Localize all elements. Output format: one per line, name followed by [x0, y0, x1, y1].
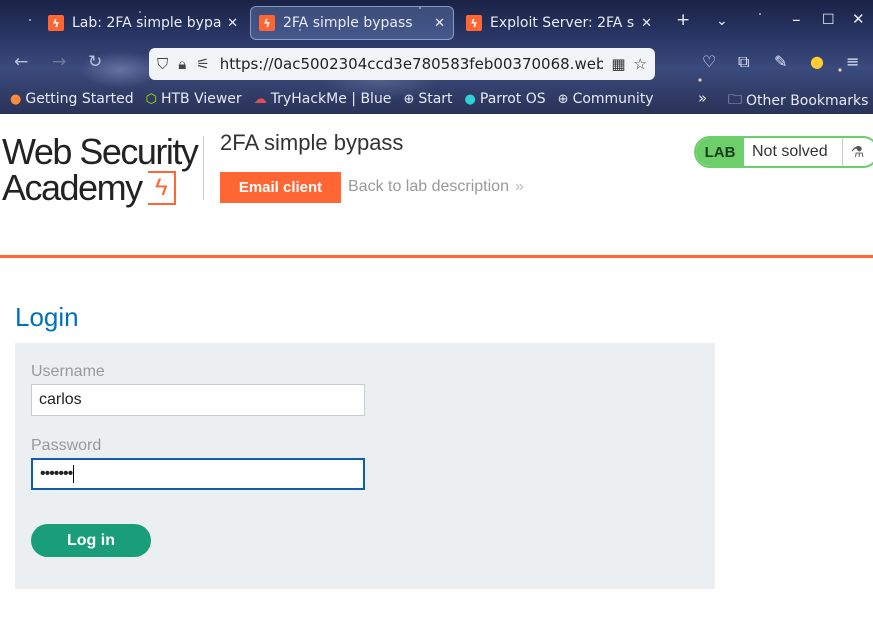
url-bar[interactable]: ⛉ 🔒︎ ⚟ https://0ac5002304ccd3e780583feb0… [149, 48, 655, 80]
navigation-bar: ← → ↻ ⛉ 🔒︎ ⚟ https://0ac5002304ccd3e7805… [0, 44, 873, 84]
tab-lab[interactable]: ϟ Lab: 2FA simple bypass ✕ [40, 6, 246, 40]
double-chevron-right-icon: » [514, 178, 524, 195]
page-content: Web Security Academy ϟ 2FA simple bypass… [0, 114, 873, 622]
chevron-more-icon[interactable]: » [698, 89, 707, 107]
username-input[interactable]: carlos [31, 384, 365, 416]
extension-icon[interactable]: ✎ [774, 52, 787, 71]
header-divider [0, 255, 873, 258]
reload-icon[interactable]: ↻ [88, 52, 102, 72]
lab-title: 2FA simple bypass [220, 130, 404, 155]
cloud-icon: ☁ [253, 91, 267, 107]
url-text[interactable]: https://0ac5002304ccd3e780583feb00370068… [220, 55, 604, 73]
lock-icon[interactable]: 🔒︎ [178, 55, 186, 73]
divider [203, 136, 204, 200]
tab-title: 2FA simple bypass [283, 15, 413, 31]
account-icon[interactable]: ● [810, 52, 824, 71]
bookmark-parrot-os[interactable]: ● Parrot OS [465, 91, 546, 107]
menu-icon[interactable]: ≡ [846, 52, 859, 71]
portswigger-favicon-icon: ϟ [48, 15, 64, 31]
globe-icon: ⊕ [557, 91, 569, 107]
tab-title: Lab: 2FA simple bypass [72, 15, 222, 31]
tab-active[interactable]: ϟ 2FA simple bypass ✕ [250, 6, 454, 40]
email-client-button[interactable]: Email client [220, 172, 341, 203]
tab-exploit-server[interactable]: ϟ Exploit Server: 2FA simple bypass ✕ [458, 6, 660, 40]
password-input[interactable]: ••••••• [31, 458, 365, 490]
cube-icon: ⬡ [145, 91, 157, 107]
close-window-icon[interactable]: ✕ [852, 10, 865, 28]
login-button[interactable]: Log in [31, 524, 151, 557]
browser-chrome: ϟ Lab: 2FA simple bypass ✕ ϟ 2FA simple … [0, 0, 873, 114]
shield-icon[interactable]: ⛉ [157, 55, 168, 73]
bookmark-tryhackme[interactable]: ☁ TryHackMe | Blue [254, 91, 392, 107]
qr-code-icon[interactable]: ▦ [611, 55, 625, 73]
minimize-icon[interactable]: – [792, 10, 801, 30]
lab-status-badge: LAB Not solved ⚗ [694, 136, 873, 168]
portswigger-favicon-icon: ϟ [259, 15, 275, 31]
forward-icon[interactable]: → [52, 52, 66, 72]
other-bookmarks[interactable]: 🗀 Other Bookmarks [728, 89, 868, 113]
tab-bar: ϟ Lab: 2FA simple bypass ✕ ϟ 2FA simple … [0, 4, 873, 42]
status-text: Not solved [752, 143, 828, 160]
bookmark-getting-started[interactable]: ● Getting Started [10, 91, 134, 107]
password-label: Password [31, 437, 102, 454]
firefox-icon: ● [10, 91, 22, 107]
close-icon[interactable]: ✕ [641, 16, 652, 31]
web-security-academy-logo[interactable]: Web Security Academy ϟ [2, 134, 202, 206]
text-caret [73, 465, 75, 483]
extensions-icon[interactable]: ⧉ [738, 52, 749, 72]
bookmark-community[interactable]: ⊕ Community [558, 91, 654, 107]
bookmark-htb-viewer[interactable]: ⬡ HTB Viewer [146, 91, 242, 107]
logo-line2: Academy [2, 167, 143, 208]
login-form: Username carlos Password ••••••• Log in [15, 343, 715, 589]
logo-line1: Web Security [2, 131, 199, 172]
bookmark-star-icon[interactable]: ☆ [634, 55, 647, 73]
back-to-lab-description-link[interactable]: Back to lab description» [348, 178, 524, 196]
lightning-bolt-icon: ϟ [147, 171, 176, 205]
bookmark-start[interactable]: ⊕ Start [403, 91, 452, 107]
tab-title: Exploit Server: 2FA simple bypass [490, 15, 635, 31]
portswigger-favicon-icon: ϟ [466, 15, 482, 31]
bookmarks-toolbar: ● Getting Started ⬡ HTB Viewer ☁ TryHack… [0, 86, 873, 112]
globe-icon: ⊕ [403, 91, 415, 107]
close-icon[interactable]: ✕ [227, 16, 238, 31]
parrot-icon: ● [464, 91, 476, 107]
lab-label: LAB [696, 138, 744, 166]
list-tabs-icon[interactable]: ⌄ [716, 13, 728, 29]
permissions-icon[interactable]: ⚟ [196, 55, 209, 73]
pocket-icon[interactable]: ♡ [702, 52, 716, 71]
maximize-icon[interactable]: ☐ [822, 12, 835, 28]
new-tab-button[interactable]: + [676, 10, 690, 30]
flask-icon: ⚗ [842, 138, 872, 166]
page-title: Login [15, 302, 79, 332]
username-label: Username [31, 363, 105, 380]
folder-icon: 🗀 [728, 92, 742, 108]
close-icon[interactable]: ✕ [434, 16, 445, 31]
back-icon[interactable]: ← [14, 52, 28, 72]
